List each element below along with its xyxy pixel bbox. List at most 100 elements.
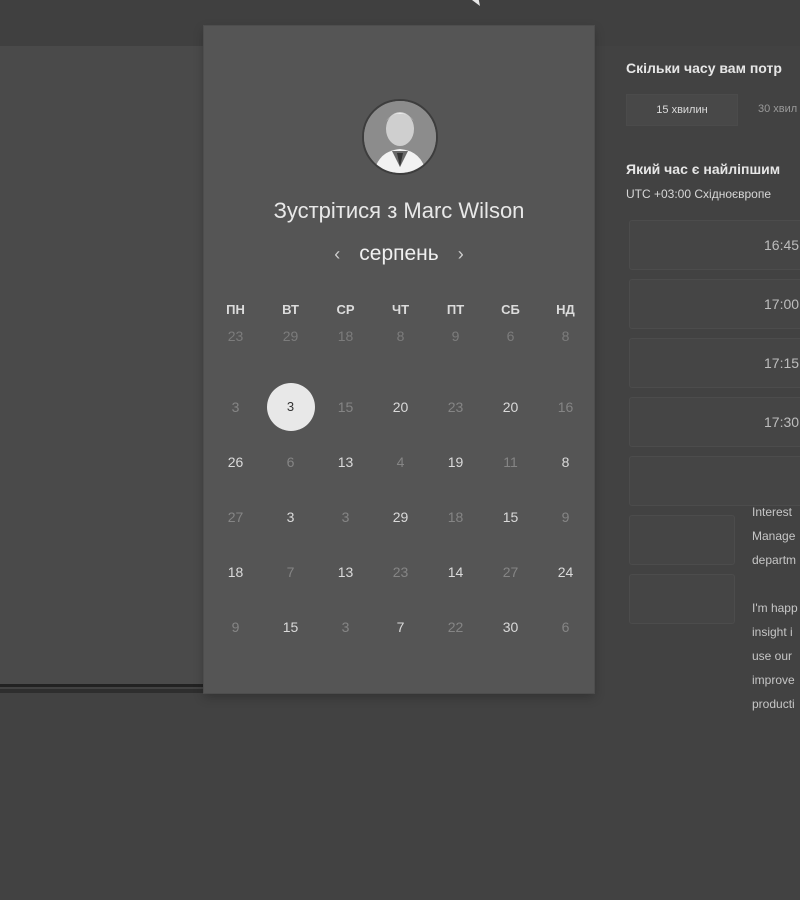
calendar-day-number: 30 [502,618,519,635]
calendar-day[interactable]: 24 [538,544,593,599]
calendar-day[interactable]: 3 [263,489,318,544]
duration-option-selected[interactable]: 15 хвилин [626,94,738,126]
calendar-day[interactable]: 23 [373,544,428,599]
calendar-day-number: 13 [337,453,354,470]
calendar-day-number: 9 [451,328,460,344]
calendar-day[interactable]: 19 [428,434,483,489]
calendar-day[interactable]: 20 [373,379,428,434]
time-slot-empty[interactable] [629,574,735,624]
timezone-selector[interactable]: UTC +03:00 Східноєвропе [626,187,771,201]
calendar-day-number: 27 [227,508,244,525]
calendar-day-number: 26 [227,453,244,470]
calendar-day[interactable]: 16 [538,379,593,434]
calendar-day-number: 13 [337,563,354,580]
duration-option[interactable]: 30 хвил [738,94,797,124]
time-slot[interactable]: 17:15 [629,338,800,388]
time-slot-empty[interactable] [629,456,800,506]
description-line: producti [752,697,795,711]
weekday-label: СБ [501,302,520,317]
calendar-day-number: 3 [341,618,350,635]
host-name: Marc Wilson [403,198,525,223]
time-slot-label: 17:15 [764,355,800,371]
calendar-day[interactable]: 8 [538,324,593,379]
calendar-day[interactable]: 6 [538,599,593,654]
calendar-day-selected[interactable]: 3 [263,379,318,434]
calendar-day-number: 9 [231,618,240,635]
time-slot[interactable]: 16:45 [629,220,800,270]
calendar-day[interactable]: 8 [538,434,593,489]
duration-options: 15 хвилин 30 хвил [626,94,800,126]
calendar-day-number: 9 [561,508,570,525]
calendar-day[interactable]: 9 [538,489,593,544]
calendar-day[interactable]: 22 [428,599,483,654]
calendar-day-number: 27 [502,563,519,580]
calendar-day[interactable]: 4 [373,434,428,489]
calendar-day[interactable]: 6 [263,434,318,489]
calendar-day-number: 3 [266,382,315,431]
calendar-day[interactable]: 7 [263,544,318,599]
calendar-day[interactable]: 27 [208,489,263,544]
calendar-day[interactable]: 15 [318,379,373,434]
calendar-day-number: 15 [502,508,519,525]
calendar-day[interactable]: 6 [483,324,538,379]
calendar-day-number: 3 [286,508,295,525]
calendar-day-number: 7 [286,563,295,580]
calendar-day[interactable]: 18 [428,489,483,544]
calendar-day-number: 29 [392,508,409,525]
host-avatar [362,99,438,175]
description-line: insight i [752,625,793,639]
calendar-day-number: 22 [447,618,464,635]
weekday-label: ВТ [282,302,299,317]
chevron-left-icon[interactable]: ‹ [327,244,347,265]
calendar-day[interactable]: 3 [208,379,263,434]
calendar-day[interactable]: 30 [483,599,538,654]
calendar-day[interactable]: 15 [483,489,538,544]
calendar-day[interactable]: 9 [208,599,263,654]
calendar-day[interactable]: 14 [428,544,483,599]
calendar-day[interactable]: 3 [318,489,373,544]
calendar-day[interactable]: 23 [208,324,263,379]
calendar-day[interactable]: 18 [208,544,263,599]
calendar-day[interactable]: 27 [483,544,538,599]
title-prefix: Зустрітися з [273,198,398,223]
calendar-day[interactable]: 18 [318,324,373,379]
scheduler-card: Зустрітися з Marc Wilson ‹ серпень › ПН … [204,26,594,693]
calendar-day-number: 8 [561,453,570,470]
left-panel-shadow [0,689,204,693]
calendar-day[interactable]: 3 [318,599,373,654]
weekday-label: ПН [226,302,245,317]
description-line: departm [752,553,797,567]
weekday-label: СР [336,302,355,317]
weekday-label: ЧТ [391,302,410,317]
calendar-day[interactable]: 7 [373,599,428,654]
calendar-day[interactable]: 29 [263,324,318,379]
calendar-day-number: 29 [282,328,299,344]
month-navigator: ‹ серпень › [204,242,594,266]
calendar-day[interactable]: 20 [483,379,538,434]
time-slot[interactable]: 17:00 [629,279,800,329]
time-slot-empty[interactable] [629,515,735,565]
calendar-day[interactable]: 15 [263,599,318,654]
calendar-day[interactable]: 29 [373,489,428,544]
calendar-day-number: 3 [231,398,240,415]
calendar-day[interactable]: 9 [428,324,483,379]
calendar-day[interactable]: 11 [483,434,538,489]
chevron-right-icon[interactable]: › [451,244,471,265]
description-line: improve [752,673,795,687]
calendar-day-number: 3 [341,508,350,525]
calendar-day-number: 18 [337,328,354,344]
calendar-day[interactable]: 13 [318,544,373,599]
calendar-day[interactable]: 23 [428,379,483,434]
description-line: Manage [752,529,796,543]
calendar-day-number: 20 [502,398,519,415]
meeting-title: Зустрітися з Marc Wilson [204,198,594,224]
calendar-day-number: 4 [396,453,405,470]
chat-bubble-icon [456,0,480,6]
time-slot[interactable]: 17:30 [629,397,800,447]
calendar-day[interactable]: 26 [208,434,263,489]
calendar-day-number: 23 [447,398,464,415]
calendar-day-number: 18 [227,563,244,580]
weekday-label: ПТ [446,302,465,317]
calendar-day[interactable]: 8 [373,324,428,379]
calendar-day[interactable]: 13 [318,434,373,489]
